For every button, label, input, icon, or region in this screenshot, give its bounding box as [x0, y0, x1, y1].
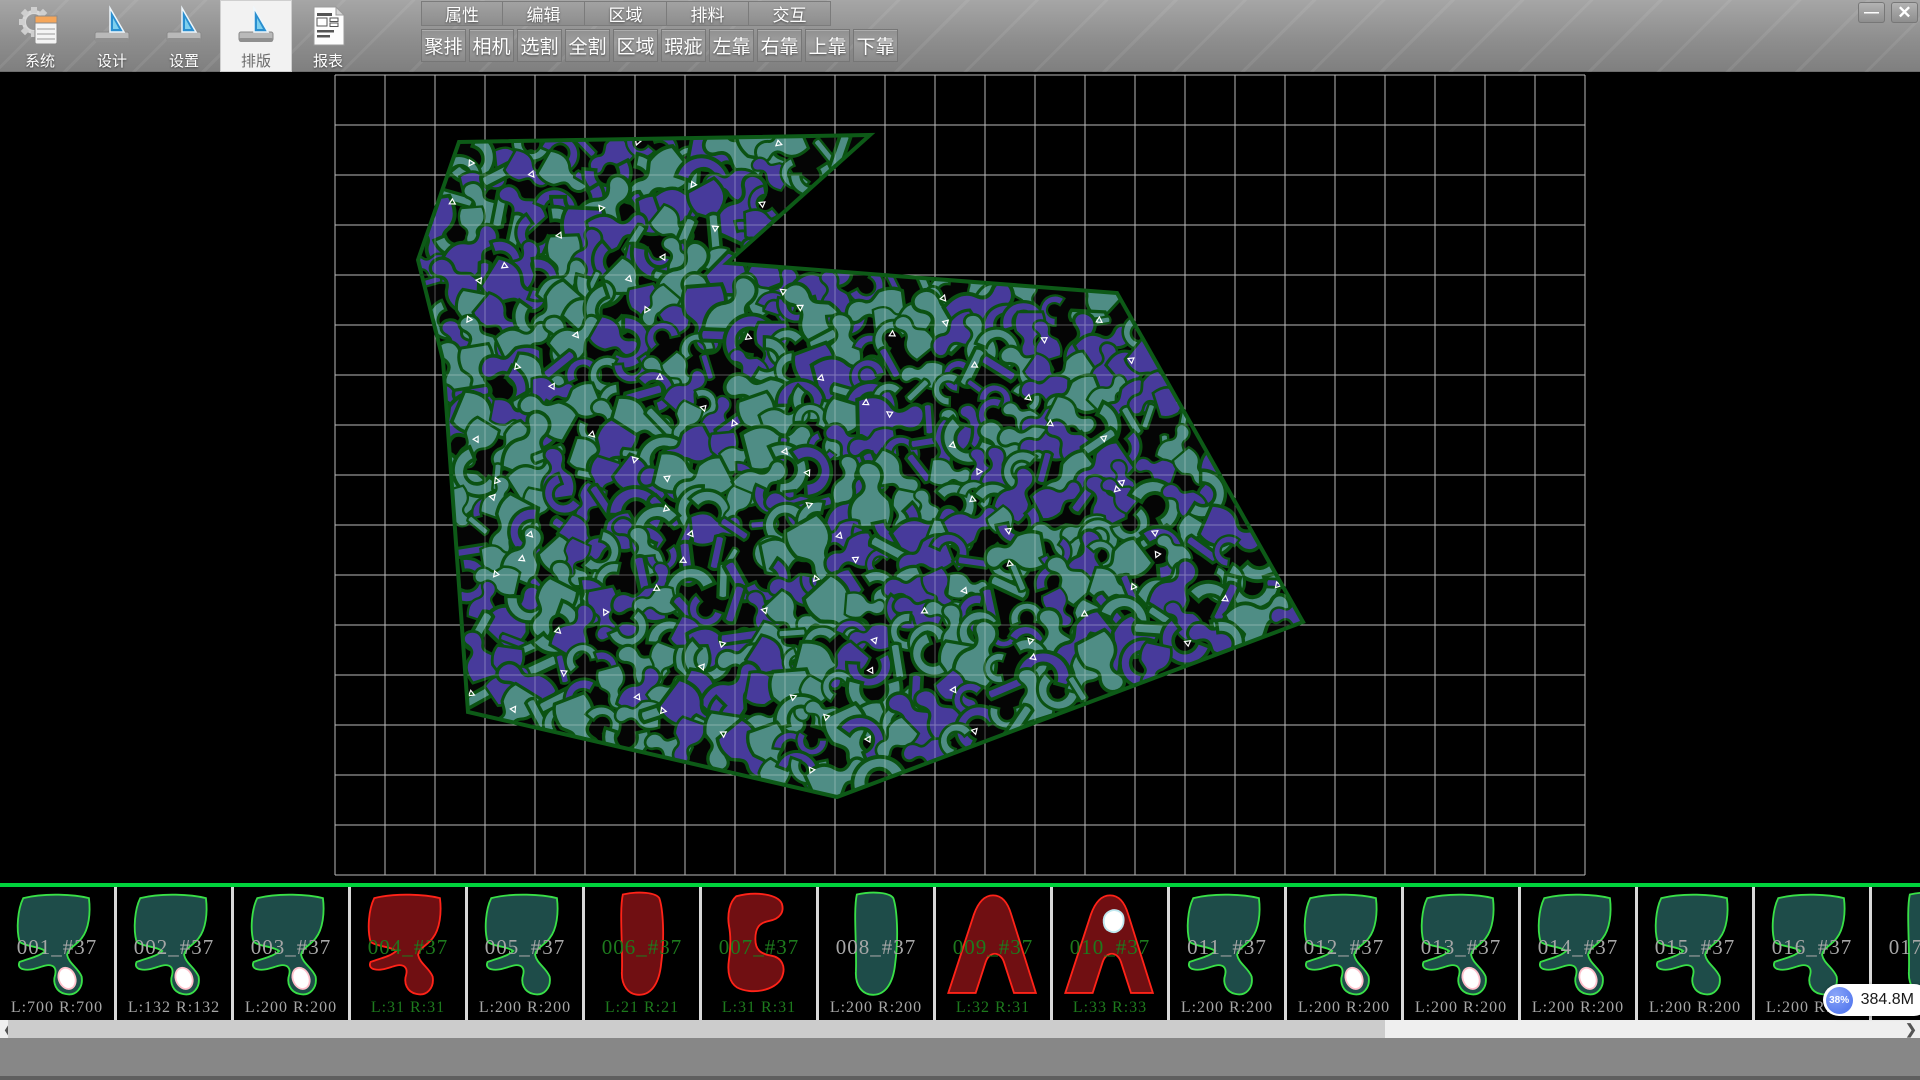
piece-id-label: 002_#37 [117, 935, 231, 960]
piece-id-label: 011_#37 [1170, 935, 1284, 960]
gear-notebook-icon [17, 3, 63, 49]
menu-tool-5[interactable]: 区域 [613, 29, 658, 62]
piece-thumbnail-014_#37[interactable]: 014_#37 L:200 R:200 [1521, 887, 1638, 1020]
menu-top-4[interactable]: 排料 [667, 1, 749, 26]
menu-panel: 属性编辑区域排料交互 聚排相机选割全割区域瑕疵左靠右靠上靠下靠 [407, 0, 1840, 72]
piece-lr-label: L:200 R:200 [1170, 999, 1284, 1017]
app-buttons: 系统 设计 设置 排版 报表 [4, 0, 364, 72]
nesting-canvas[interactable] [0, 72, 1920, 883]
piece-thumbnail-008_#37[interactable]: 008_#37 L:200 R:200 [819, 887, 936, 1020]
piece-thumbnail-002_#37[interactable]: 002_#37 L:132 R:132 [117, 887, 234, 1020]
ruler-icon [89, 3, 135, 49]
menu-tool-7[interactable]: 左靠 [709, 29, 754, 62]
piece-lr-label: L:200 R:200 [1287, 999, 1401, 1017]
piece-lr-label: L:200 R:200 [819, 999, 933, 1017]
piece-id-label: 005_#37 [468, 935, 582, 960]
app-button-label: 系统 [25, 50, 55, 71]
piece-lr-label: L:31 R:31 [351, 999, 465, 1017]
piece-lr-label: L:200 R:200 [234, 999, 348, 1017]
memory-percent-circle: 38% [1826, 987, 1853, 1014]
piece-id-label: 009_#37 [936, 935, 1050, 960]
memory-value: 384.8M [1861, 991, 1914, 1009]
menu-top-2[interactable]: 编辑 [503, 1, 585, 26]
piece-thumbnail-007_#37[interactable]: 007_#37 L:31 R:31 [702, 887, 819, 1020]
piece-id-label: 015_#37 [1638, 935, 1752, 960]
piece-thumbnail-013_#37[interactable]: 013_#37 L:200 R:200 [1404, 887, 1521, 1020]
menu-tool-4[interactable]: 全割 [565, 29, 610, 62]
app-button-1[interactable]: 系统 [4, 0, 76, 72]
piece-lr-label: L:32 R:31 [936, 999, 1050, 1017]
window-controls: — ✕ [1858, 2, 1918, 23]
nesting-canvas-svg [0, 72, 1920, 883]
piece-lr-label: L:31 R:31 [702, 999, 816, 1017]
menu-tool-3[interactable]: 选割 [517, 29, 562, 62]
piece-thumbnail-010_#37[interactable]: 010_#37 L:33 R:33 [1053, 887, 1170, 1020]
report-icon [305, 3, 351, 49]
menu-tool-2[interactable]: 相机 [469, 29, 514, 62]
minimize-button[interactable]: — [1858, 2, 1885, 23]
top-toolbar: 系统 设计 设置 排版 报表 属性编辑区域排料交互 聚排相机选割全割区域瑕疵左靠… [0, 0, 1920, 72]
piece-id-label: 014_#37 [1521, 935, 1635, 960]
menu-top-1[interactable]: 属性 [421, 1, 503, 26]
piece-thumbnail-009_#37[interactable]: 009_#37 L:32 R:31 [936, 887, 1053, 1020]
menu-tools-row: 聚排相机选割全割区域瑕疵左靠右靠上靠下靠 [421, 29, 898, 63]
scrollbar-thumb[interactable] [8, 1020, 1385, 1038]
piece-lr-label: L:200 R:200 [1638, 999, 1752, 1017]
menu-top-3[interactable]: 区域 [585, 1, 667, 26]
menu-top-row: 属性编辑区域排料交互 [421, 1, 831, 27]
menu-tool-8[interactable]: 右靠 [757, 29, 802, 62]
piece-lr-label: L:132 R:132 [117, 999, 231, 1017]
piece-thumbnail-001_#37[interactable]: 001_#37 L:700 R:700 [0, 887, 117, 1020]
piece-id-label: 001_#37 [0, 935, 114, 960]
piece-id-label: 012_#37 [1287, 935, 1401, 960]
piece-lr-label: L:200 R:200 [1521, 999, 1635, 1017]
piece-lr-label: L:21 R:21 [585, 999, 699, 1017]
app-button-3[interactable]: 设置 [148, 0, 220, 72]
menu-tool-6[interactable]: 瑕疵 [661, 29, 706, 62]
piece-id-label: 006_#37 [585, 935, 699, 960]
app-button-2[interactable]: 设计 [76, 0, 148, 72]
app-button-label: 设置 [169, 50, 199, 71]
ruler-icon [161, 3, 207, 49]
piece-id-label: 004_#37 [351, 935, 465, 960]
piece-lr-label: L:700 R:700 [0, 999, 114, 1017]
piece-thumbnail-004_#37[interactable]: 004_#37 L:31 R:31 [351, 887, 468, 1020]
piece-thumbnail-strip: 001_#37 L:700 R:700 002_#37 L:132 R:132 … [0, 883, 1920, 1020]
piece-id-label: 007_#37 [702, 935, 816, 960]
app-button-label: 排版 [241, 50, 271, 71]
piece-thumbnail-015_#37[interactable]: 015_#37 L:200 R:200 [1638, 887, 1755, 1020]
piece-thumbnail-005_#37[interactable]: 005_#37 L:200 R:200 [468, 887, 585, 1020]
piece-thumbnail-011_#37[interactable]: 011_#37 L:200 R:200 [1170, 887, 1287, 1020]
piece-thumbnail-012_#37[interactable]: 012_#37 L:200 R:200 [1287, 887, 1404, 1020]
app-button-label: 设计 [97, 50, 127, 71]
menu-tool-10[interactable]: 下靠 [853, 29, 898, 62]
piece-id-label: 016_#37 [1755, 935, 1869, 960]
piece-lr-label: L:200 R:200 [468, 999, 582, 1017]
app-button-label: 报表 [313, 50, 343, 71]
app-button-4[interactable]: 排版 [220, 0, 292, 72]
piece-lr-label: L:33 R:33 [1053, 999, 1167, 1017]
memory-badge[interactable]: 38% 384.8M [1823, 984, 1920, 1016]
close-button[interactable]: ✕ [1891, 2, 1918, 23]
app-button-5[interactable]: 报表 [292, 0, 364, 72]
piece-id-label: 003_#37 [234, 935, 348, 960]
piece-lr-label: L:200 R:200 [1404, 999, 1518, 1017]
piece-id-label: 013_#37 [1404, 935, 1518, 960]
piece-thumbnail-003_#37[interactable]: 003_#37 L:200 R:200 [234, 887, 351, 1020]
ruler-icon [233, 3, 279, 49]
menu-tool-1[interactable]: 聚排 [421, 29, 466, 62]
status-bar [0, 1038, 1920, 1080]
menu-top-5[interactable]: 交互 [749, 1, 831, 26]
menu-tool-9[interactable]: 上靠 [805, 29, 850, 62]
piece-id-label: 017_#37 [1872, 935, 1920, 960]
piece-id-label: 010_#37 [1053, 935, 1167, 960]
scroll-right-arrow-icon[interactable]: ❯ [1902, 1020, 1920, 1038]
horizontal-scrollbar[interactable]: ❮ ❯ [0, 1020, 1920, 1038]
piece-thumbnail-006_#37[interactable]: 006_#37 L:21 R:21 [585, 887, 702, 1020]
piece-id-label: 008_#37 [819, 935, 933, 960]
